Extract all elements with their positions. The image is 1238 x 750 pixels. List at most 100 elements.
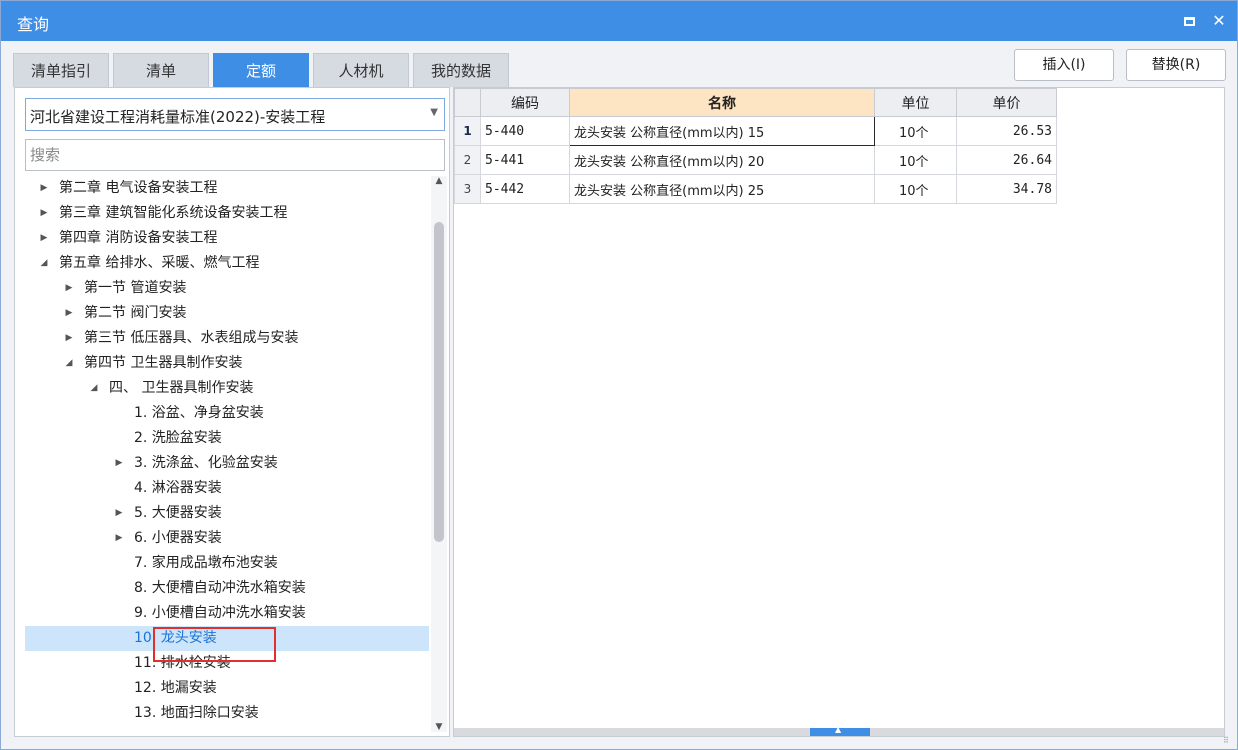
tree-node-label: 第三章 建筑智能化系统设备安装工程 [59,205,288,221]
tree-node-label: 四、 卫生器具制作安装 [109,380,254,396]
collapse-arrow-icon[interactable]: ◢ [37,251,51,276]
cell-unit[interactable]: 10个 [874,116,957,146]
table-row[interactable]: 1 5-440 龙头安装 公称直径(mm以内) 15 10个 26.53 [454,116,1057,146]
chevron-up-icon: ▲ [835,725,842,734]
expand-arrow-icon[interactable]: ▶ [112,451,126,476]
replace-button[interactable]: 替换(R) [1126,49,1226,81]
close-icon: ✕ [1212,11,1226,30]
tree-node[interactable]: 1. 浴盆、净身盆安装 [25,401,429,426]
tree-node-label: 11. 排水栓安装 [134,655,231,671]
column-header-code[interactable]: 编码 [480,88,570,117]
tree-node[interactable]: ◢ 四、 卫生器具制作安装 [25,376,429,401]
tree-node-label: 6. 小便器安装 [134,530,222,546]
tree-node[interactable]: ▶ 第一节 管道安装 [25,276,429,301]
library-select-value: 河北省建设工程消耗量标准(2022)-安装工程 [30,108,326,126]
column-header-unit[interactable]: 单位 [874,88,957,117]
cell-code[interactable]: 5-442 [480,174,570,204]
cell-name[interactable]: 龙头安装 公称直径(mm以内) 15 [569,116,875,146]
cell-code[interactable]: 5-440 [480,116,570,146]
expand-arrow-icon[interactable]: ▶ [112,526,126,551]
results-panel: 编码 名称 单位 单价 1 5-440 龙头安装 公称直径(mm以内) 15 10个 2… [453,87,1225,737]
tree-node[interactable]: 8. 大便槽自动冲洗水箱安装 [25,576,429,601]
row-number-header [454,88,481,117]
close-button[interactable]: ✕ [1207,9,1231,33]
tab-labor-material[interactable]: 人材机 [313,53,409,87]
row-number[interactable]: 3 [454,174,481,204]
horizontal-splitter[interactable]: ▲ [454,725,1224,736]
tree-node[interactable]: ◢ 第五章 给排水、采暖、燃气工程 [25,251,429,276]
expand-arrow-icon[interactable]: ▶ [62,326,76,351]
expand-arrow-icon[interactable]: ▶ [62,301,76,326]
tab-my-data[interactable]: 我的数据 [413,53,509,87]
column-header-name[interactable]: 名称 [569,88,875,117]
tree-node[interactable]: ▶ 第四章 消防设备安装工程 [25,226,429,251]
tree-node-label: 13. 地面扫除口安装 [134,705,259,721]
table-row[interactable]: 2 5-441 龙头安装 公称直径(mm以内) 20 10个 26.64 [454,145,1057,175]
tree-node-label: 7. 家用成品墩布池安装 [134,555,278,571]
cell-name[interactable]: 龙头安装 公称直径(mm以内) 25 [569,174,875,204]
scroll-up-icon[interactable]: ▲ [431,176,447,186]
resize-grip-icon[interactable]: ⠿ [1223,736,1233,746]
tree-node-label: 12. 地漏安装 [134,680,217,696]
tree-node[interactable]: 9. 小便槽自动冲洗水箱安装 [25,601,429,626]
tree-node[interactable]: 10. 龙头安装 [25,626,429,651]
tree-scrollbar[interactable]: ▲ ▼ [431,176,447,732]
table-header-row: 编码 名称 单位 单价 [454,88,1057,117]
tree-node-label: 第三节 低压器具、水表组成与安装 [84,330,299,346]
tree-node-label: 第二章 电气设备安装工程 [59,180,218,196]
maximize-button[interactable] [1177,9,1201,33]
query-dialog: 查询 ✕ 清单指引 清单 定额 人材机 我的数据 插入(I) 替换(R) 河北省… [0,0,1238,750]
expand-arrow-icon[interactable]: ▶ [112,501,126,526]
scroll-down-icon[interactable]: ▼ [431,722,447,732]
library-select[interactable]: 河北省建设工程消耗量标准(2022)-安装工程 ▼ [25,98,445,131]
tree-node-label: 8. 大便槽自动冲洗水箱安装 [134,580,306,596]
search-input[interactable] [25,139,445,171]
tree-node[interactable]: ▶ 6. 小便器安装 [25,526,429,551]
tree-node-label: 第四章 消防设备安装工程 [59,230,218,246]
insert-button[interactable]: 插入(I) [1014,49,1114,81]
tree-node[interactable]: ▶ 第三节 低压器具、水表组成与安装 [25,326,429,351]
tree-node[interactable]: 12. 地漏安装 [25,676,429,701]
tree-node[interactable]: ▶ 第二章 电气设备安装工程 [25,176,429,201]
tree-node[interactable]: ▶ 5. 大便器安装 [25,501,429,526]
tree-node[interactable]: 11. 排水栓安装 [25,651,429,676]
cell-unit[interactable]: 10个 [874,174,957,204]
tree-node-label: 第四节 卫生器具制作安装 [84,355,243,371]
tree-node-label: 5. 大便器安装 [134,505,222,521]
tree-node[interactable]: ◢ 第四节 卫生器具制作安装 [25,351,429,376]
tree-node[interactable]: 13. 地面扫除口安装 [25,701,429,726]
tree-node[interactable]: ▶ 第二节 阀门安装 [25,301,429,326]
tree-node[interactable]: 2. 洗脸盆安装 [25,426,429,451]
tab-quota[interactable]: 定额 [213,53,309,87]
tree-node-label: 4. 淋浴器安装 [134,480,222,496]
expand-arrow-icon[interactable]: ▶ [37,226,51,251]
expand-arrow-icon[interactable]: ▶ [37,201,51,226]
tab-bill-guide[interactable]: 清单指引 [13,53,109,87]
tab-bill[interactable]: 清单 [113,53,209,87]
tree-node[interactable]: ▶ 第三章 建筑智能化系统设备安装工程 [25,201,429,226]
cell-unit[interactable]: 10个 [874,145,957,175]
chapter-tree: ▶ 第二章 电气设备安装工程 ▶ 第三章 建筑智能化系统设备安装工程 ▶ 第四章 消防设备… [25,176,429,736]
cell-price[interactable]: 26.64 [956,145,1057,175]
scrollbar-thumb[interactable] [434,222,444,542]
collapse-arrow-icon[interactable]: ◢ [87,376,101,401]
expand-arrow-icon[interactable]: ▶ [62,276,76,301]
tree-node[interactable]: 4. 淋浴器安装 [25,476,429,501]
collapse-arrow-icon[interactable]: ◢ [62,351,76,376]
tree-node-label: 第五章 给排水、采暖、燃气工程 [59,255,260,271]
cell-name[interactable]: 龙头安装 公称直径(mm以内) 20 [569,145,875,175]
expand-arrow-icon[interactable]: ▶ [37,176,51,201]
row-number[interactable]: 2 [454,145,481,175]
tree-panel: 河北省建设工程消耗量标准(2022)-安装工程 ▼ ▶第二章 电气设备安装工程▶… [14,87,450,737]
cell-price[interactable]: 26.53 [956,116,1057,146]
table-row[interactable]: 3 5-442 龙头安装 公称直径(mm以内) 25 10个 34.78 [454,174,1057,204]
column-header-price[interactable]: 单价 [956,88,1057,117]
tree-node[interactable]: ▶ 3. 洗涤盆、化验盆安装 [25,451,429,476]
tree-node-label: 3. 洗涤盆、化验盆安装 [134,455,278,471]
cell-price[interactable]: 34.78 [956,174,1057,204]
row-number[interactable]: 1 [454,116,481,146]
tree-node[interactable]: 7. 家用成品墩布池安装 [25,551,429,576]
cell-code[interactable]: 5-441 [480,145,570,175]
tree-node-label: 第二节 阀门安装 [84,305,187,321]
tree-node-label: 第一节 管道安装 [84,280,187,296]
